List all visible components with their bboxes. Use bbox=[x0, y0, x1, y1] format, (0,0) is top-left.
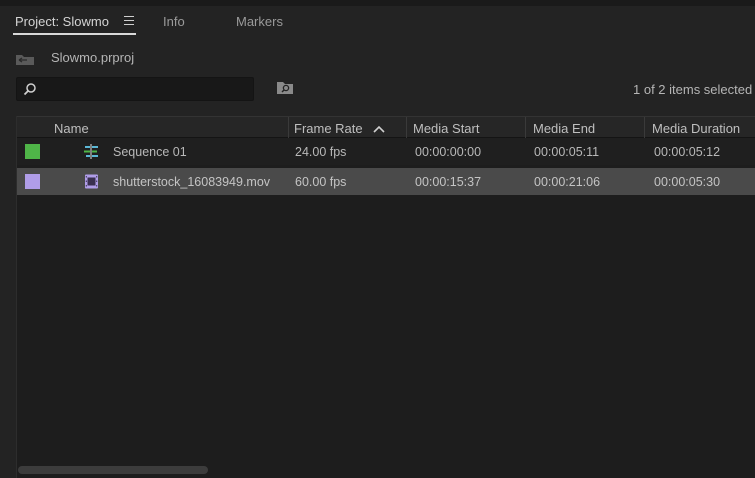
item-media-end: 00:00:21:06 bbox=[534, 175, 601, 189]
column-divider[interactable] bbox=[644, 117, 645, 139]
tab-project[interactable]: Project: Slowmo bbox=[15, 14, 109, 29]
table-header: Name Frame Rate Media Start Media End Me… bbox=[17, 116, 755, 139]
search-field[interactable] bbox=[16, 77, 254, 101]
label-color-swatch[interactable] bbox=[25, 144, 40, 159]
item-media-duration: 00:00:05:12 bbox=[654, 145, 721, 159]
item-media-start: 00:00:15:37 bbox=[415, 175, 482, 189]
panel-menu-icon[interactable] bbox=[124, 16, 134, 25]
item-name: shutterstock_16083949.mov bbox=[113, 175, 271, 189]
search-input[interactable] bbox=[43, 80, 248, 98]
item-name: Sequence 01 bbox=[113, 145, 187, 159]
label-color-swatch[interactable] bbox=[25, 174, 40, 189]
tab-markers[interactable]: Markers bbox=[236, 14, 283, 29]
horizontal-scrollbar[interactable] bbox=[18, 466, 208, 474]
project-filename: Slowmo.prproj bbox=[51, 50, 135, 65]
panel-tab-bar: Project: Slowmo Info Markers bbox=[0, 6, 755, 36]
column-divider[interactable] bbox=[525, 117, 526, 139]
search-icon bbox=[23, 83, 36, 96]
active-tab-indicator bbox=[13, 33, 136, 35]
tab-info[interactable]: Info bbox=[163, 14, 185, 29]
selection-status: 1 of 2 items selected bbox=[633, 82, 753, 97]
column-header-name[interactable]: Name bbox=[54, 121, 89, 136]
column-divider[interactable] bbox=[288, 117, 289, 139]
sort-ascending-icon[interactable] bbox=[373, 126, 385, 133]
column-header-frame-rate[interactable]: Frame Rate bbox=[294, 121, 363, 136]
table-row-selected[interactable]: shutterstock_16083949.mov 60.00 fps 00:0… bbox=[17, 168, 755, 195]
find-in-bin-icon[interactable] bbox=[276, 80, 294, 95]
project-items-table: Name Frame Rate Media Start Media End Me… bbox=[16, 116, 755, 478]
project-folder-icon[interactable] bbox=[15, 53, 35, 66]
video-clip-icon bbox=[85, 174, 98, 189]
column-divider[interactable] bbox=[406, 117, 407, 139]
sequence-icon bbox=[84, 144, 98, 159]
column-header-media-start[interactable]: Media Start bbox=[413, 121, 479, 136]
column-header-media-end[interactable]: Media End bbox=[533, 121, 595, 136]
item-frame-rate: 60.00 fps bbox=[295, 175, 347, 189]
table-row[interactable]: Sequence 01 24.00 fps 00:00:00:00 00:00:… bbox=[17, 138, 755, 165]
item-media-end: 00:00:05:11 bbox=[534, 145, 600, 159]
item-media-duration: 00:00:05:30 bbox=[654, 175, 721, 189]
column-header-media-duration[interactable]: Media Duration bbox=[652, 121, 740, 136]
item-media-start: 00:00:00:00 bbox=[415, 145, 482, 159]
item-frame-rate: 24.00 fps bbox=[295, 145, 347, 159]
